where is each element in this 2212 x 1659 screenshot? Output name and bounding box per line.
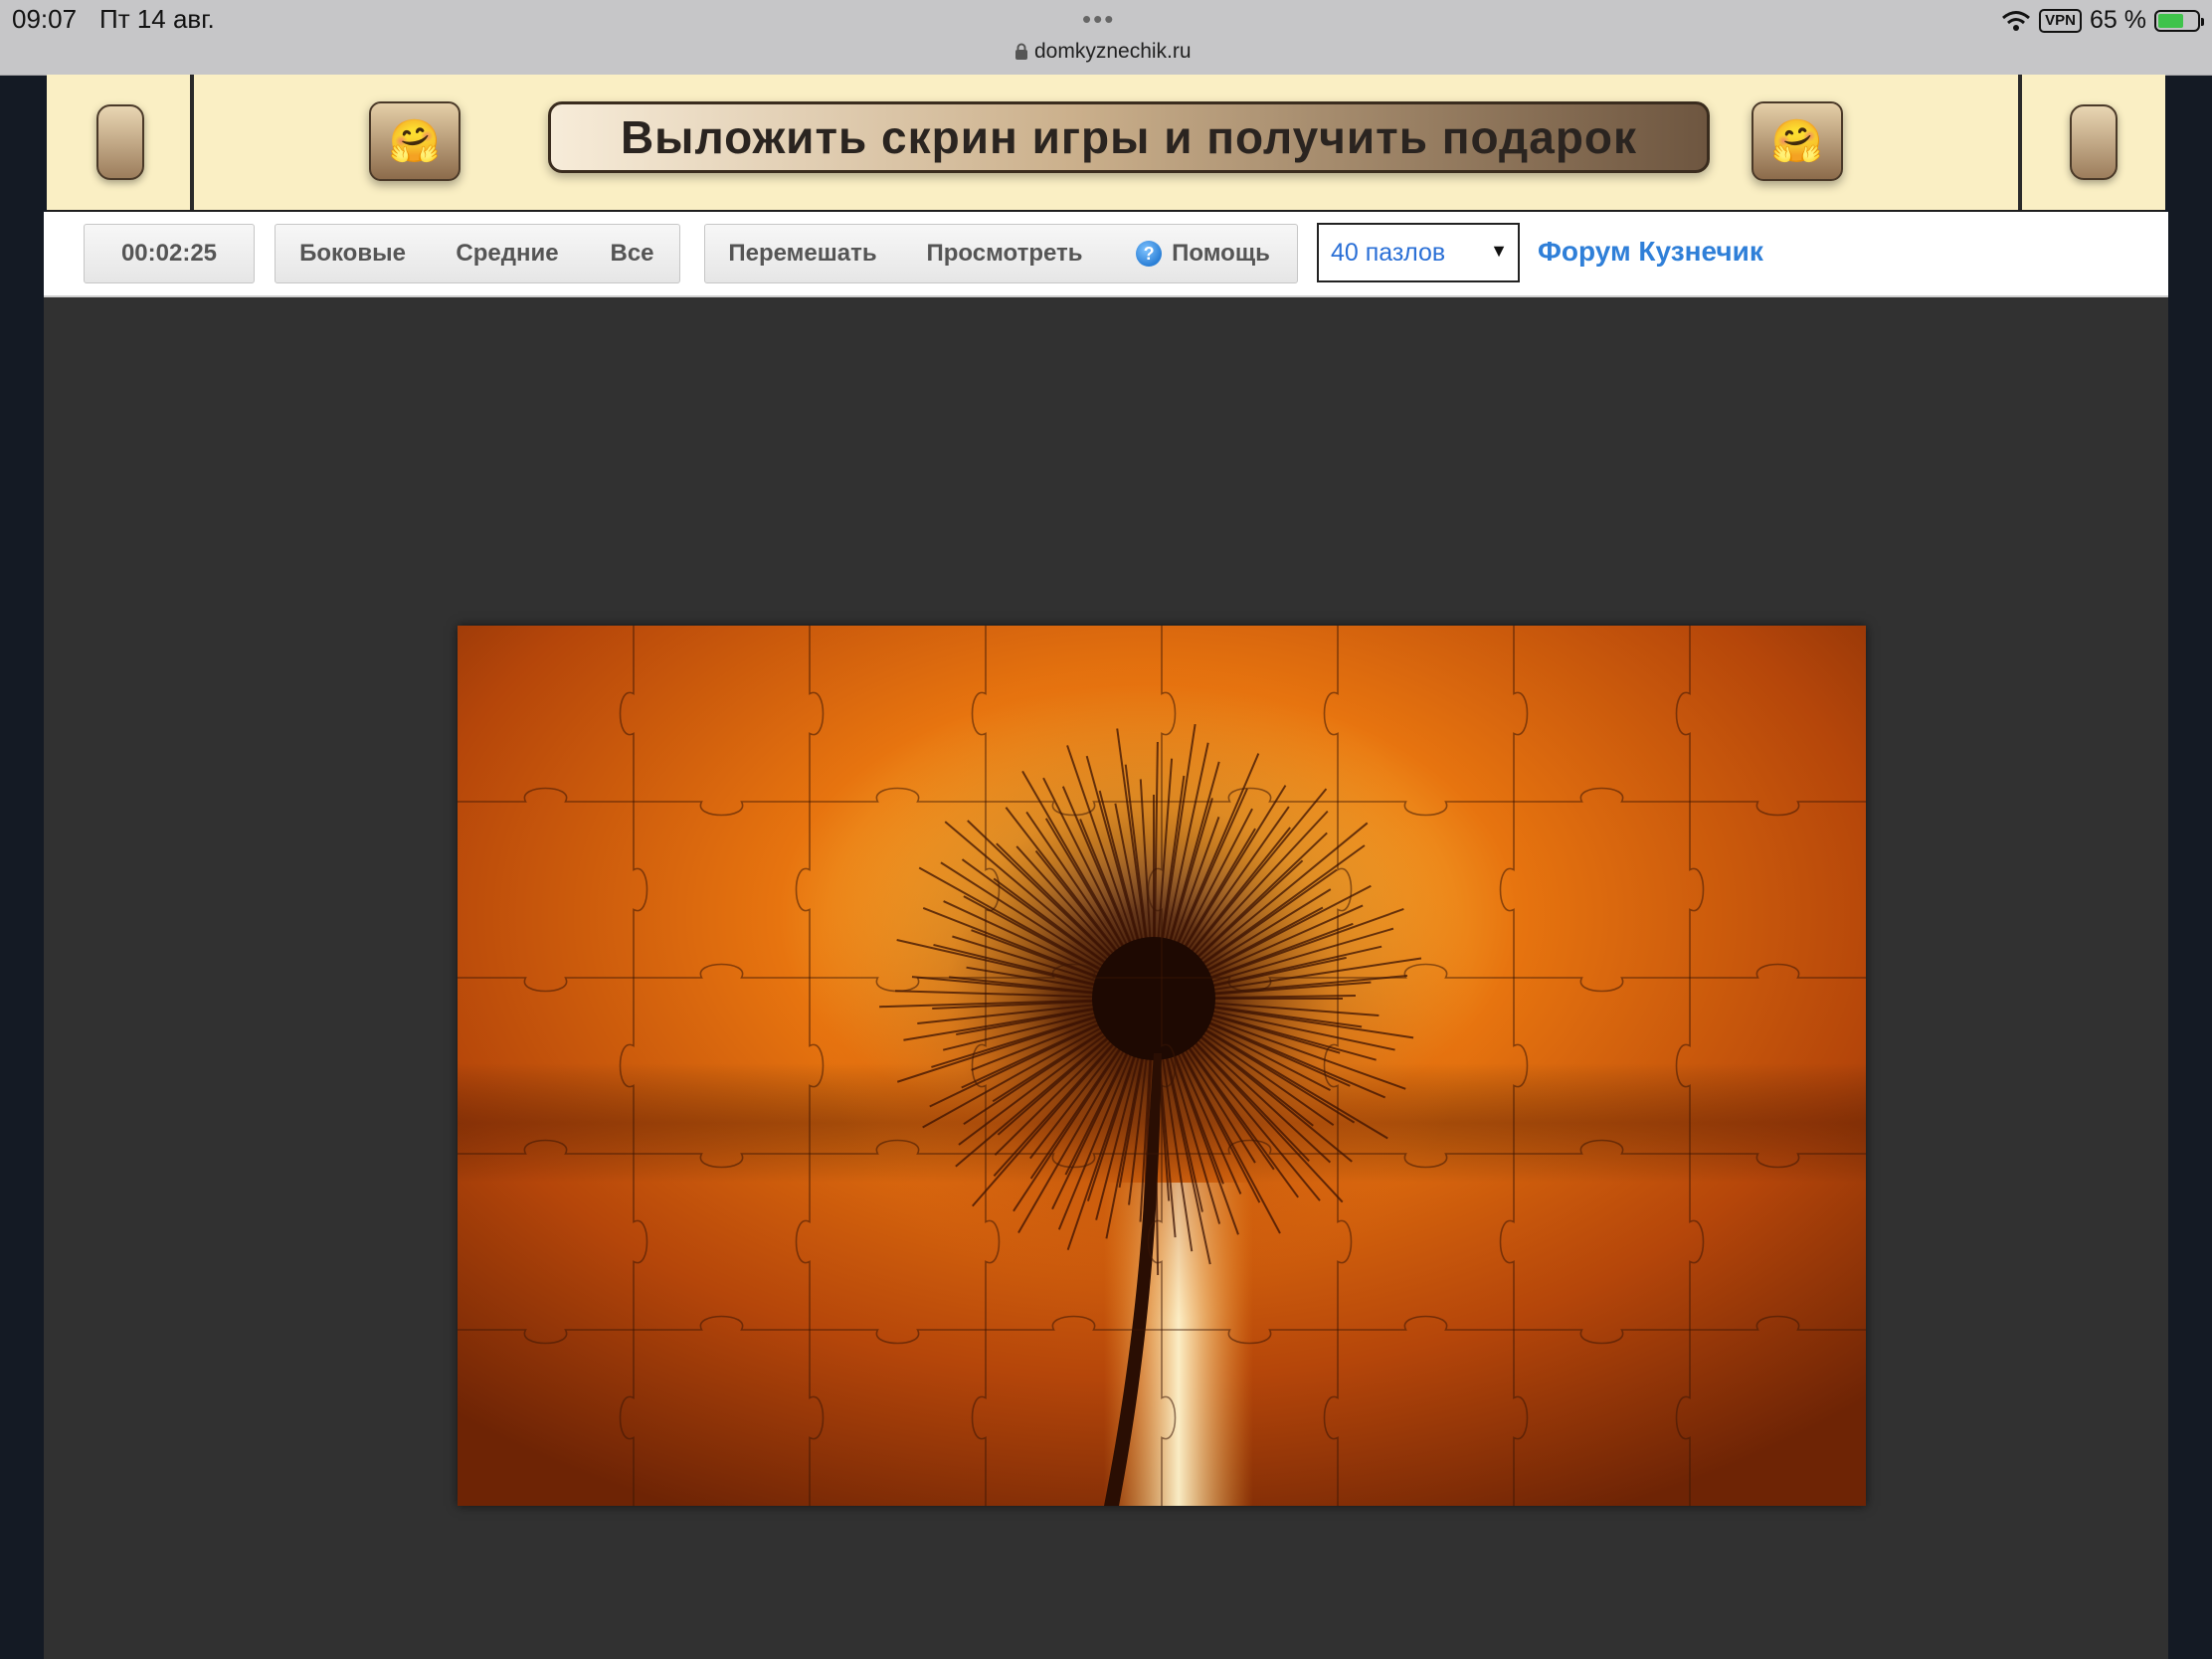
- browser-status-bar: 09:07 Пт 14 авг. ••• domkyznechik.ru VPN…: [0, 0, 2212, 76]
- filter-edges-button[interactable]: Боковые: [275, 224, 431, 283]
- battery-icon: [2154, 9, 2204, 32]
- promo-banner: 🤗 Выложить скрин игры и получить подарок…: [47, 75, 2165, 214]
- wifi-icon: [2002, 10, 2031, 31]
- hugging-emoji-button[interactable]: 🤗: [1751, 101, 1843, 181]
- pieces-count-value: 40 пазлов: [1331, 238, 1446, 267]
- banner-divider: [2018, 75, 2022, 210]
- promo-title-button[interactable]: Выложить скрин игры и получить подарок: [548, 101, 1710, 173]
- puzzle-play-area: [44, 297, 2168, 1659]
- shuffle-button[interactable]: Перемешать: [704, 224, 901, 283]
- filter-middle-button[interactable]: Средние: [430, 224, 586, 283]
- lock-icon: [1015, 43, 1027, 61]
- url-text: domkyznechik.ru: [1034, 40, 1192, 63]
- clock: 09:07: [12, 4, 78, 34]
- banner-right-handle: [2070, 104, 2118, 180]
- vpn-badge: VPN: [2039, 8, 2083, 33]
- banner-left-handle: [96, 104, 144, 180]
- chevron-down-icon: ▼: [1490, 241, 1508, 261]
- puzzle-toolbar: 00:02:25 Боковые Средние Все Перемешать …: [44, 212, 2168, 297]
- forum-link[interactable]: Форум Кузнечик: [1538, 236, 1763, 268]
- timer-display: 00:02:25: [84, 224, 255, 283]
- assembled-puzzle-board[interactable]: [458, 626, 1866, 1506]
- hugging-emoji-button[interactable]: 🤗: [369, 101, 461, 181]
- preview-button[interactable]: Просмотреть: [900, 224, 1110, 283]
- address-bar[interactable]: domkyznechik.ru: [1014, 40, 1192, 64]
- help-icon: ?: [1136, 241, 1163, 267]
- battery-percent: 65 %: [2090, 6, 2146, 34]
- help-button[interactable]: ? Помощь: [1109, 224, 1298, 283]
- status-indicators: VPN 65 %: [2001, 6, 2204, 35]
- banner-divider: [190, 75, 194, 210]
- pieces-count-select[interactable]: 40 пазлов ▼: [1317, 223, 1520, 282]
- date: Пт 14 авг.: [99, 4, 215, 34]
- multitasking-dots-icon[interactable]: •••: [1082, 4, 1115, 35]
- filter-all-button[interactable]: Все: [585, 224, 680, 283]
- help-label: Помощь: [1172, 240, 1270, 267]
